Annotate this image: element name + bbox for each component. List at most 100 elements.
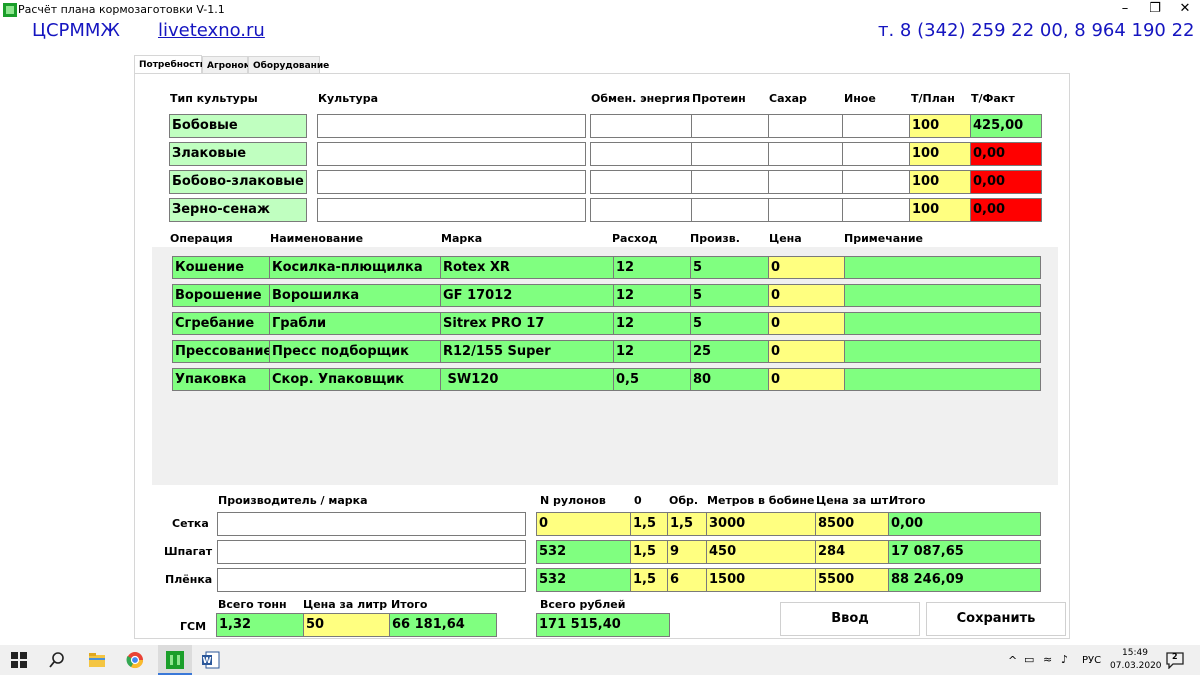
tray-chevron-icon[interactable]: ^ [1008,654,1017,667]
productivity-cell[interactable]: 5 [690,284,769,307]
other-input[interactable] [842,114,910,138]
turns-input[interactable]: 6 [667,568,707,592]
note-cell[interactable] [844,284,1041,307]
meters-input[interactable]: 3000 [706,512,816,536]
note-cell[interactable] [844,256,1041,279]
energy-input[interactable] [590,170,692,194]
protein-input[interactable] [691,170,769,194]
search-icon[interactable] [48,651,66,669]
energy-input[interactable] [590,114,692,138]
app-taskbar-icon[interactable] [166,651,184,669]
name-cell[interactable]: Грабли [269,312,441,335]
turns-input[interactable]: 9 [667,540,707,564]
operation-cell[interactable]: Сгребание [172,312,270,335]
brand-cell[interactable]: Sitrex PRO 17 [440,312,614,335]
productivity-cell[interactable]: 25 [690,340,769,363]
close-button[interactable]: ✕ [1170,0,1200,20]
sugar-input[interactable] [768,198,843,222]
name-cell[interactable]: Пресс подборщик [269,340,441,363]
energy-input[interactable] [590,198,692,222]
consumption-cell[interactable]: 12 [613,312,691,335]
maker-input[interactable] [217,568,526,592]
consumption-cell[interactable]: 12 [613,284,691,307]
productivity-cell[interactable]: 5 [690,256,769,279]
note-cell[interactable] [844,340,1041,363]
other-input[interactable] [842,170,910,194]
tab-oborudovanie[interactable]: Оборудование [248,56,329,74]
plan-input[interactable]: 100 [909,170,971,194]
operation-cell[interactable]: Прессование [172,340,270,363]
note-cell[interactable] [844,312,1041,335]
price-cell[interactable]: 0 [768,312,845,335]
minimize-button[interactable]: – [1110,0,1140,20]
productivity-cell[interactable]: 80 [690,368,769,391]
plan-input[interactable]: 100 [909,114,971,138]
wifi-icon[interactable]: ≈ [1043,653,1052,666]
plan-input[interactable]: 100 [909,142,971,166]
name-cell[interactable]: Косилка-плющилка [269,256,441,279]
diameter-input[interactable]: 1,5 [630,512,668,536]
brand-cell[interactable]: R12/155 Super [440,340,614,363]
word-icon[interactable]: W [202,651,220,669]
brand-cell[interactable]: GF 17012 [440,284,614,307]
sugar-input[interactable] [768,142,843,166]
energy-input[interactable] [590,142,692,166]
unit-price-input[interactable]: 284 [815,540,889,564]
maker-input[interactable] [217,540,526,564]
chrome-icon[interactable] [126,651,144,669]
consumption-cell[interactable]: 12 [613,256,691,279]
volume-icon[interactable]: ♪ [1061,653,1068,666]
note-cell[interactable] [844,368,1041,391]
language-indicator[interactable]: РУС [1082,655,1101,666]
unit-price-input[interactable]: 5500 [815,568,889,592]
consumption-cell[interactable]: 12 [613,340,691,363]
protein-input[interactable] [691,142,769,166]
protein-input[interactable] [691,198,769,222]
culture-input[interactable] [317,114,586,138]
other-input[interactable] [842,198,910,222]
fuel-price-input[interactable]: 50 [303,613,390,637]
rolls-value[interactable]: 0 [536,512,631,536]
price-cell[interactable]: 0 [768,340,845,363]
diameter-input[interactable]: 1,5 [630,568,668,592]
culture-input[interactable] [317,142,586,166]
unit-price-input[interactable]: 8500 [815,512,889,536]
restore-button[interactable]: ❐ [1140,0,1170,20]
price-cell[interactable]: 0 [768,368,845,391]
sugar-input[interactable] [768,170,843,194]
enter-button[interactable]: Ввод [780,602,920,636]
clock-date[interactable]: 07.03.2020 [1110,661,1162,671]
sugar-input[interactable] [768,114,843,138]
diameter-input[interactable]: 1,5 [630,540,668,564]
meters-input[interactable]: 1500 [706,568,816,592]
windows-start-icon[interactable] [10,651,28,669]
protein-input[interactable] [691,114,769,138]
operation-cell[interactable]: Упаковка [172,368,270,391]
price-cell[interactable]: 0 [768,284,845,307]
maker-input[interactable] [217,512,526,536]
site-link[interactable]: livetexno.ru [158,18,265,44]
turns-input[interactable]: 1,5 [667,512,707,536]
plan-input[interactable]: 100 [909,198,971,222]
other-input[interactable] [842,142,910,166]
consumption-cell[interactable]: 0,5 [613,368,691,391]
culture-input[interactable] [317,170,586,194]
operation-cell[interactable]: Кошение [172,256,270,279]
header-name: Наименование [270,232,364,245]
culture-input[interactable] [317,198,586,222]
app-icon [3,3,17,17]
file-explorer-icon[interactable] [88,651,106,669]
tab-agronom[interactable]: Агроном [202,56,251,74]
price-cell[interactable]: 0 [768,256,845,279]
battery-icon[interactable]: ▭ [1024,653,1034,666]
save-button[interactable]: Сохранить [926,602,1066,636]
tab-potrebnost[interactable]: Потребность [134,55,205,74]
clock-time[interactable]: 15:49 [1122,648,1148,658]
brand-cell[interactable]: SW120 [440,368,614,391]
meters-input[interactable]: 450 [706,540,816,564]
operation-cell[interactable]: Ворошение [172,284,270,307]
productivity-cell[interactable]: 5 [690,312,769,335]
name-cell[interactable]: Скор. Упаковщик [269,368,441,391]
name-cell[interactable]: Ворошилка [269,284,441,307]
brand-cell[interactable]: Rotex XR [440,256,614,279]
